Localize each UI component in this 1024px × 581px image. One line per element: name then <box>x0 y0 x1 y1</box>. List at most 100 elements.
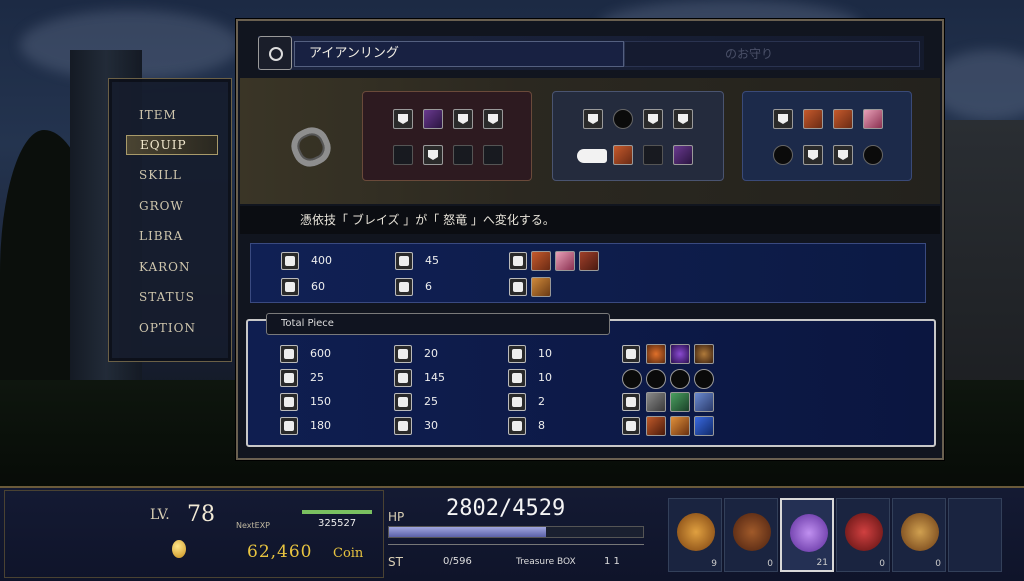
piece-slot[interactable] <box>643 145 663 165</box>
lightning-icon <box>394 369 412 387</box>
empty-hole <box>622 369 642 389</box>
shield-icon <box>508 345 526 363</box>
item-count: 0 <box>935 559 941 569</box>
wrench-icon <box>622 417 640 435</box>
piece-slot[interactable] <box>833 109 853 129</box>
piece-slot[interactable] <box>643 109 663 129</box>
item-slot-1[interactable]: 9 <box>668 498 722 572</box>
piece-slot[interactable] <box>453 145 473 165</box>
menu-item-status[interactable]: STATUS <box>139 290 195 304</box>
total-armor: 180 <box>310 419 331 432</box>
item-count: 0 <box>767 559 773 569</box>
piece-slot[interactable] <box>673 109 693 129</box>
potion-icon <box>845 513 883 551</box>
piece-slot[interactable] <box>833 145 853 165</box>
item-slot-4[interactable]: 0 <box>836 498 890 572</box>
summon-icon <box>622 393 640 411</box>
piece-board-2[interactable] <box>552 91 724 181</box>
empty-hole[interactable] <box>773 145 793 165</box>
stat-def: 45 <box>425 254 439 267</box>
piece-board-1[interactable] <box>362 91 532 181</box>
heart-icon <box>280 345 298 363</box>
piece-slot[interactable] <box>423 109 443 129</box>
item-slot-6[interactable] <box>948 498 1002 572</box>
piece-icon <box>670 344 690 364</box>
nextexp-label: NextEXP <box>236 521 270 530</box>
piece-icon <box>670 392 690 412</box>
summon-icon <box>509 252 527 270</box>
menu-item-karon[interactable]: KARON <box>139 260 191 274</box>
piece-slot[interactable] <box>673 145 693 165</box>
piece-slot[interactable] <box>393 145 413 165</box>
item-name: アイアンリング <box>294 41 624 67</box>
item-slot-5[interactable]: 0 <box>892 498 946 572</box>
item-count: 21 <box>816 558 828 568</box>
star-icon <box>394 393 412 411</box>
piece-slot[interactable] <box>803 109 823 129</box>
piece-icon <box>694 416 714 436</box>
total-burst: 25 <box>310 371 324 384</box>
piece-slot[interactable] <box>423 145 443 165</box>
piece-slot[interactable] <box>773 109 793 129</box>
status-hud: LV. 78 NextEXP 325527 62,460 Coin HP 280… <box>0 486 1024 581</box>
pineapple-icon <box>677 513 715 551</box>
piece-slot[interactable] <box>583 109 603 129</box>
stat-hp: 400 <box>311 254 332 267</box>
piece-slot[interactable] <box>453 109 473 129</box>
empty-hole[interactable] <box>863 145 883 165</box>
piece-icon <box>694 344 714 364</box>
piece-icon <box>646 392 666 412</box>
hp-bar <box>388 526 644 538</box>
piece-slot[interactable] <box>863 109 883 129</box>
item-slot-3[interactable]: 21 <box>780 498 834 572</box>
total-hp: 600 <box>310 347 331 360</box>
item-stats-box: 400 45 60 6 <box>250 243 926 303</box>
menu-item-equip[interactable]: EQUIP <box>126 135 218 155</box>
total-piece-label: Total Piece <box>266 313 610 335</box>
stat-armor: 60 <box>311 280 325 293</box>
shield-icon <box>395 252 413 270</box>
menu-item-libra[interactable]: LIBRA <box>139 229 183 243</box>
piece-slot[interactable] <box>393 109 413 129</box>
hp-value: 2802/4529 <box>446 496 566 521</box>
coin-value: 62,460 <box>247 542 313 562</box>
wand-icon <box>394 345 412 363</box>
st-label: ST <box>388 555 403 569</box>
sword-icon <box>280 393 298 411</box>
menu-item-skill[interactable]: SKILL <box>139 168 182 182</box>
piece-icon <box>646 344 666 364</box>
st-value: 0/596 <box>443 556 472 567</box>
total-luck: 25 <box>424 395 438 408</box>
treasure-box-label: Treasure BOX <box>516 557 576 567</box>
cloud <box>930 50 1024 120</box>
menu-item-option[interactable]: OPTION <box>139 321 196 335</box>
fig-icon <box>733 513 771 551</box>
armor-icon <box>280 417 298 435</box>
total-def: 10 <box>538 347 552 360</box>
item-slot-2[interactable]: 0 <box>724 498 778 572</box>
treasure-box-value: 1 1 <box>604 556 620 567</box>
hand-cursor-icon <box>577 149 607 163</box>
mdef-icon <box>508 369 526 387</box>
piece-icon <box>694 392 714 412</box>
total-jump: 8 <box>538 419 545 432</box>
equip-panel: アイアンリング のお守り 憑依技「 ブレイズ 」が「 怒竜 」へ変化する。 40… <box>236 19 944 460</box>
total-piece-box: 600 25 150 180 20 145 25 30 10 10 2 8 <box>246 319 936 447</box>
item-count: 0 <box>879 559 885 569</box>
piece-icon <box>579 251 599 271</box>
piece-icon <box>531 277 551 297</box>
level-value: 78 <box>187 502 215 527</box>
piece-slot[interactable] <box>483 109 503 129</box>
hp-label: HP <box>388 510 405 524</box>
boot-icon <box>508 393 526 411</box>
piece-slot[interactable] <box>803 145 823 165</box>
piece-board-3[interactable] <box>742 91 912 181</box>
armor-icon <box>281 278 299 296</box>
nextexp-value: 325527 <box>318 518 357 529</box>
empty-hole[interactable] <box>613 109 633 129</box>
menu-item-grow[interactable]: GROW <box>139 199 184 213</box>
menu-item-item[interactable]: ITEM <box>139 108 177 122</box>
ring-slot-icon[interactable] <box>258 36 292 70</box>
piece-slot[interactable] <box>613 145 633 165</box>
piece-slot[interactable] <box>483 145 503 165</box>
